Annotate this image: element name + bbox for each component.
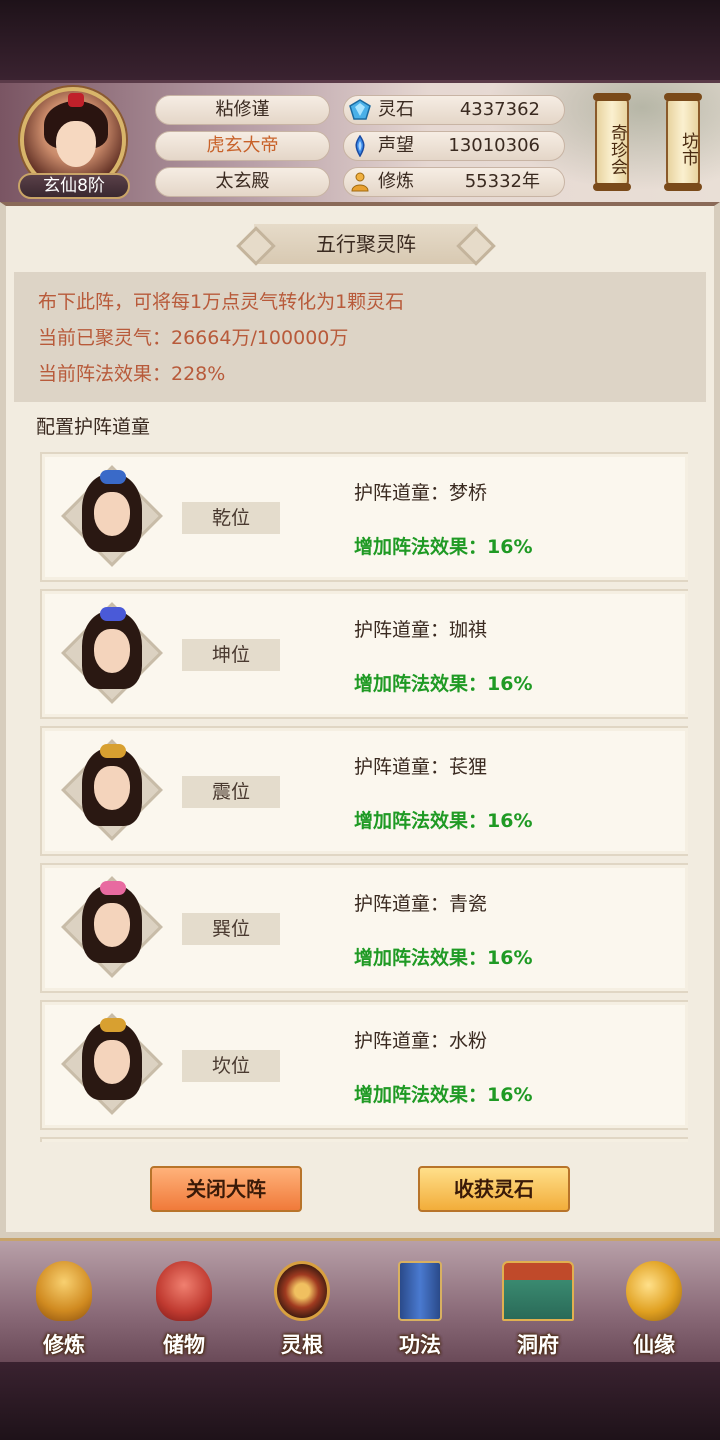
cultivation-value: 55332年	[464, 171, 540, 192]
immortal-fate-icon	[626, 1261, 682, 1321]
guard-list[interactable]: 乾位 护阵道童：梦桥 增加阵法效果：16% 坤位 护阵道童：珈祺 增加阵法效果：…	[34, 452, 688, 1142]
guard-name: 护阵道童：珈祺	[354, 619, 488, 641]
nav-fate[interactable]: 仙缘	[604, 1255, 704, 1359]
avatar-crown	[68, 93, 84, 107]
formation-panel: 五行聚灵阵 布下此阵，可将每1万点灵气转化为1颗灵石 当前已聚灵气：26664万…	[0, 202, 720, 1238]
guard-portrait[interactable]	[61, 739, 163, 841]
portrait-face	[94, 903, 130, 947]
nav-fate-label: 仙缘	[633, 1333, 675, 1357]
portrait-hair-ornament	[100, 470, 126, 484]
guard-position: 坎位	[182, 1050, 280, 1082]
guard-bonus: 增加阵法效果：16%	[354, 810, 533, 832]
spirit-stone-label: 灵石	[378, 99, 414, 120]
nav-cave-label: 洞府	[517, 1333, 559, 1357]
portrait-face	[94, 766, 130, 810]
gathered-qi: 当前已聚灵气：26664万/100000万	[38, 327, 349, 349]
guard-card[interactable]: 坤位 护阵道童：珈祺 增加阵法效果：16%	[40, 589, 688, 719]
guard-card[interactable]: 震位 护阵道童：苌狸 增加阵法效果：16%	[40, 726, 688, 856]
guard-bonus: 增加阵法效果：16%	[354, 536, 533, 558]
portrait-face	[94, 1040, 130, 1084]
guard-position: 乾位	[182, 502, 280, 534]
guard-name: 护阵道童：梦桥	[354, 482, 488, 504]
top-status-area	[0, 0, 720, 80]
treasure-auction-button[interactable]: 奇珍会	[593, 93, 631, 191]
guard-portrait[interactable]	[61, 602, 163, 704]
spirit-stone-icon	[349, 99, 371, 120]
guard-card[interactable]: 巽位 护阵道童：青瓷 增加阵法效果：16%	[40, 863, 688, 993]
nav-spirit-root-label: 灵根	[281, 1333, 323, 1357]
cave-dwelling-icon	[502, 1261, 574, 1321]
player-title: 虎玄大帝	[155, 131, 330, 161]
guard-section-label: 配置护阵道童	[36, 416, 151, 438]
player-palace: 太玄殿	[155, 167, 330, 197]
nav-cave[interactable]: 洞府	[488, 1255, 588, 1359]
portrait-hair-ornament	[100, 1018, 126, 1032]
spirit-stone-value: 4337362	[459, 99, 540, 120]
panel-title: 五行聚灵阵	[254, 224, 478, 264]
technique-book-icon	[398, 1261, 442, 1321]
portrait-hair-ornament	[100, 881, 126, 895]
cultivation-label: 修炼	[378, 171, 414, 192]
formation-info-box: 布下此阵，可将每1万点灵气转化为1颗灵石 当前已聚灵气：26664万/10000…	[14, 272, 706, 402]
market-button[interactable]: 坊市	[664, 93, 702, 191]
portrait-face	[94, 492, 130, 536]
guard-card[interactable]	[40, 1137, 688, 1142]
guard-bonus: 增加阵法效果：16%	[354, 673, 533, 695]
nav-storage-label: 储物	[163, 1333, 205, 1357]
bottom-status-area	[0, 1362, 720, 1440]
formation-effect: 当前阵法效果：228%	[38, 363, 226, 385]
player-name: 粘修谨	[155, 95, 330, 125]
guard-portrait[interactable]	[61, 876, 163, 978]
formation-description: 布下此阵，可将每1万点灵气转化为1颗灵石	[38, 291, 405, 313]
guard-name: 护阵道童：苌狸	[354, 756, 488, 778]
guard-card[interactable]: 坎位 护阵道童：水粉 增加阵法效果：16%	[40, 1000, 688, 1130]
portrait-hair-ornament	[100, 607, 126, 621]
spirit-stone-counter: 灵石 4337362	[343, 95, 565, 125]
guard-name: 护阵道童：水粉	[354, 1030, 488, 1052]
guard-card[interactable]: 乾位 护阵道童：梦桥 增加阵法效果：16%	[40, 452, 688, 582]
nav-technique[interactable]: 功法	[370, 1255, 470, 1359]
prestige-icon	[355, 135, 365, 157]
guard-portrait[interactable]	[61, 1013, 163, 1115]
prestige-counter: 声望 13010306	[343, 131, 565, 161]
portrait-hair-ornament	[100, 744, 126, 758]
portrait-face	[94, 629, 130, 673]
avatar-face	[56, 121, 96, 167]
nav-cultivate[interactable]: 修炼	[14, 1255, 114, 1359]
bottom-nav: 修炼 储物 灵根 功法 洞府 仙缘	[0, 1238, 720, 1362]
prestige-value: 13010306	[448, 135, 540, 156]
guard-bonus: 增加阵法效果：16%	[354, 947, 533, 969]
guard-portrait[interactable]	[61, 465, 163, 567]
rank-badge: 玄仙8阶	[18, 173, 130, 199]
nav-storage[interactable]: 储物	[134, 1255, 234, 1359]
nav-spirit-root[interactable]: 灵根	[252, 1255, 352, 1359]
guard-position: 巽位	[182, 913, 280, 945]
prestige-label: 声望	[378, 135, 414, 156]
storage-bag-icon	[156, 1261, 212, 1321]
nav-technique-label: 功法	[399, 1333, 441, 1357]
guard-name: 护阵道童：青瓷	[354, 893, 488, 915]
guard-position: 震位	[182, 776, 280, 808]
spirit-root-icon	[274, 1261, 330, 1321]
guard-position: 坤位	[182, 639, 280, 671]
cultivate-monk-icon	[36, 1261, 92, 1321]
cultivation-counter: 修炼 55332年	[343, 167, 565, 197]
guard-bonus: 增加阵法效果：16%	[354, 1084, 533, 1106]
cultivation-icon	[351, 172, 369, 192]
nav-cultivate-label: 修炼	[43, 1333, 85, 1357]
close-formation-button[interactable]: 关闭大阵	[150, 1166, 302, 1212]
harvest-spirit-stone-button[interactable]: 收获灵石	[418, 1166, 570, 1212]
player-header: 玄仙8阶 粘修谨 虎玄大帝 太玄殿 灵石 4337362 声望 13010306…	[0, 80, 720, 205]
